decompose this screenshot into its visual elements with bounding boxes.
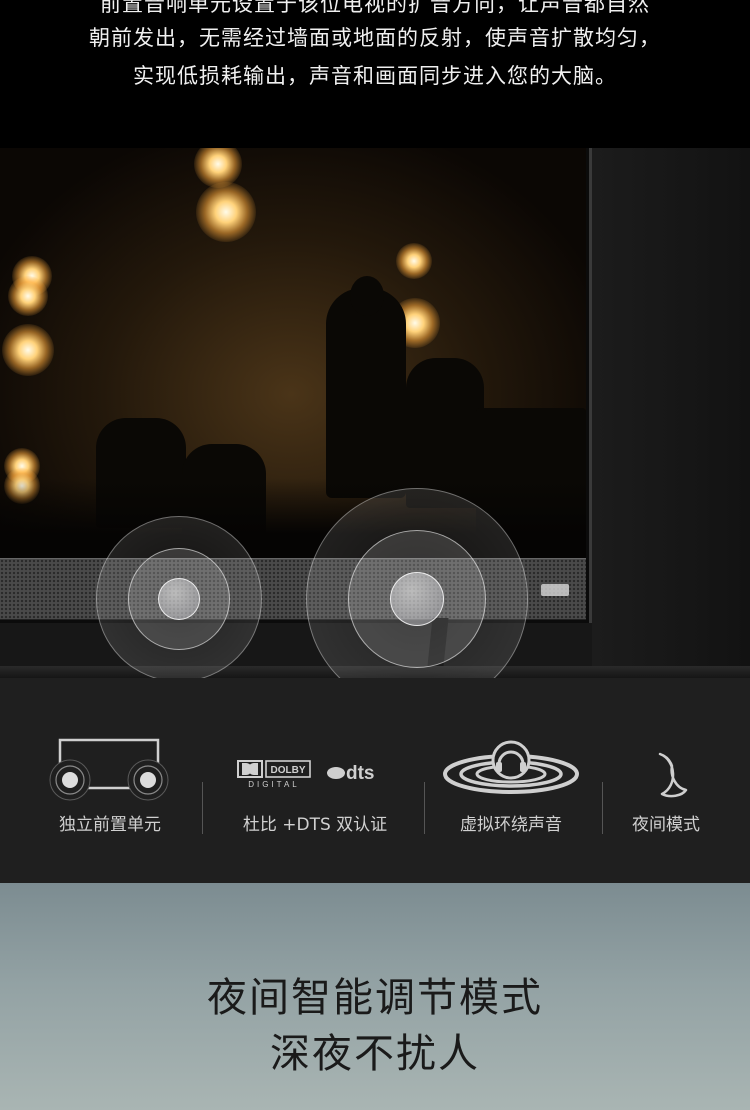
performer-silhouette — [326, 288, 406, 498]
feature-label: 虚拟环绕声音 — [460, 815, 562, 835]
night-mode-subheadline: 深夜不扰人 — [270, 1031, 480, 1077]
tv-screen-concert-photo — [0, 148, 586, 558]
feature-front-speaker: 独立前置单元 — [30, 678, 190, 883]
dolby-dts-logo: DOLBY DIGITAL dts — [237, 760, 375, 789]
night-mode-section: 夜间智能调节模式 深夜不扰人 — [0, 883, 750, 1110]
stage-light — [2, 324, 54, 376]
left-speaker-core-icon — [158, 578, 200, 620]
night-mode-headline: 夜间智能调节模式 — [207, 975, 543, 1021]
feature-night-mode: 夜间模式 — [614, 678, 718, 883]
divider — [602, 782, 603, 834]
intro-line-1: 前置音响单元设置于该位电视的扩音方向，让声音都自然 — [100, 0, 650, 16]
performer-head — [350, 276, 384, 316]
wall-background — [592, 148, 750, 678]
digital-text: DIGITAL — [248, 780, 300, 789]
moon-icon — [658, 752, 688, 798]
brand-logo-icon — [541, 584, 569, 596]
stage-light — [196, 182, 256, 242]
feature-dolby-dts: DOLBY DIGITAL dts 杜比 +DTS 双认证 — [218, 678, 412, 883]
stage-light — [8, 276, 48, 316]
stage-light — [396, 243, 432, 279]
feature-label: 夜间模式 — [632, 815, 700, 835]
intro-line-3: 实现低损耗输出，声音和画面同步进入您的大脑。 — [133, 64, 617, 88]
dts-text: dts — [346, 763, 375, 784]
divider — [202, 782, 203, 834]
tv-hero-image — [0, 148, 750, 678]
feature-label: 杜比 +DTS 双认证 — [242, 815, 388, 835]
front-speaker-icon — [49, 738, 169, 801]
feature-strip: 独立前置单元 DOLBY DIGITAL dts 杜比 +DTS 双认证 虚拟环… — [0, 678, 750, 883]
intro-section: 前置音响单元设置于该位电视的扩音方向，让声音都自然 朝前发出，无需经过墙面或地面… — [0, 0, 750, 148]
feature-virtual-surround: 虚拟环绕声音 — [436, 678, 586, 883]
right-speaker-core-icon — [390, 572, 444, 626]
dolby-text: DOLBY — [271, 765, 306, 776]
feature-label: 独立前置单元 — [59, 815, 161, 835]
surround-sound-icon — [443, 740, 579, 794]
divider — [424, 782, 425, 834]
intro-line-2: 朝前发出，无需经过墙面或地面的反射，使声音扩散均匀， — [89, 26, 661, 50]
